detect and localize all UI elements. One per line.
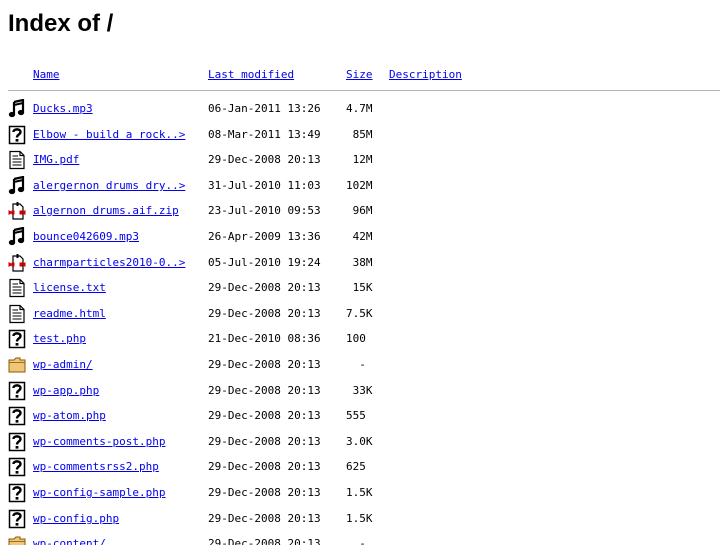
last-modified-value: 06-Jan-2011 13:26 — [208, 102, 321, 115]
table-row: wp-config-sample.php 29-Dec-2008 20:13 1.5… — [0, 483, 727, 505]
file-name-link[interactable]: Ducks.mp3 — [33, 102, 93, 116]
text-icon — [8, 278, 26, 298]
size-value: 38M — [346, 256, 373, 269]
file-name-link[interactable]: test.php — [33, 332, 86, 346]
last-modified-value: 29-Dec-2008 20:13 — [208, 435, 321, 448]
unknown-icon — [8, 432, 26, 452]
table-row: test.php 21-Dec-2010 08:36 100 — [0, 329, 727, 351]
size-value: 33K — [346, 384, 373, 397]
last-modified-value: 21-Dec-2010 08:36 — [208, 332, 321, 345]
size-value: 12M — [346, 153, 373, 166]
sound-icon — [8, 98, 26, 119]
table-row: wp-commentsrss2.php 29-Dec-2008 20:13 625 — [0, 457, 727, 479]
file-name-link[interactable]: wp-comments-post.php — [33, 435, 165, 449]
size-value: 102M — [346, 179, 373, 192]
unknown-icon — [8, 406, 26, 426]
sort-by-name-link[interactable]: Name — [33, 68, 60, 82]
file-name-link[interactable]: wp-config.php — [33, 512, 119, 526]
table-row: wp-content/29-Dec-2008 20:13 - — [0, 534, 727, 545]
last-modified-value: 23-Jul-2010 09:53 — [208, 204, 321, 217]
table-row: bounce042609.mp3 26-Apr-2009 13:36 42M — [0, 226, 727, 249]
column-header-row: Name Last modified Size Description — [0, 68, 727, 82]
last-modified-value: 26-Apr-2009 13:36 — [208, 230, 321, 243]
unknown-icon — [8, 483, 26, 503]
text-icon — [8, 150, 26, 170]
size-value: 96M — [346, 204, 373, 217]
size-value: 42M — [346, 230, 373, 243]
last-modified-value: 29-Dec-2008 20:13 — [208, 409, 321, 422]
table-row: wp-config.php 29-Dec-2008 20:13 1.5K — [0, 509, 727, 531]
last-modified-value: 29-Dec-2008 20:13 — [208, 281, 321, 294]
last-modified-value: 29-Dec-2008 20:13 — [208, 512, 321, 525]
last-modified-value: 31-Jul-2010 11:03 — [208, 179, 321, 192]
file-name-link[interactable]: readme.html — [33, 307, 106, 321]
size-value: 4.7M — [346, 102, 373, 115]
sound-icon — [8, 175, 26, 196]
unknown-icon — [8, 457, 26, 477]
file-name-link[interactable]: alergernon drums dry..> — [33, 179, 185, 193]
table-row: Elbow - build a rock..> 08-Mar-2011 13:49… — [0, 125, 727, 147]
last-modified-value: 29-Dec-2008 20:13 — [208, 307, 321, 320]
file-name-link[interactable]: wp-app.php — [33, 384, 99, 398]
header-divider — [8, 90, 720, 91]
last-modified-value: 29-Dec-2008 20:13 — [208, 537, 321, 545]
size-value: 100 — [346, 332, 373, 345]
table-row: wp-atom.php 29-Dec-2008 20:13 555 — [0, 406, 727, 428]
file-name-link[interactable]: wp-admin/ — [33, 358, 93, 372]
table-row: license.txt 29-Dec-2008 20:13 15K — [0, 278, 727, 300]
unknown-icon — [8, 125, 26, 145]
last-modified-value: 29-Dec-2008 20:13 — [208, 358, 321, 371]
last-modified-value: 29-Dec-2008 20:13 — [208, 153, 321, 166]
size-value: 625 — [346, 460, 373, 473]
file-name-link[interactable]: algernon drums.aif.zip — [33, 204, 179, 218]
sort-by-size-link[interactable]: Size — [346, 68, 373, 82]
table-row: wp-app.php 29-Dec-2008 20:13 33K — [0, 381, 727, 403]
size-value: 555 — [346, 409, 373, 422]
file-name-link[interactable]: Elbow - build a rock..> — [33, 128, 185, 142]
file-name-link[interactable]: wp-commentsrss2.php — [33, 460, 159, 474]
size-value: 3.0K — [346, 435, 373, 448]
file-name-link[interactable]: charmparticles2010-0..> — [33, 256, 185, 270]
size-value: 1.5K — [346, 512, 373, 525]
table-row: Ducks.mp3 06-Jan-2011 13:26 4.7M — [0, 98, 727, 121]
table-row: algernon drums.aif.zip 23-Jul-2010 09:53 … — [0, 201, 727, 223]
last-modified-value: 05-Jul-2010 19:24 — [208, 256, 321, 269]
folder-icon — [8, 534, 26, 545]
sort-by-last-modified-link[interactable]: Last modified — [208, 68, 294, 82]
size-value: - — [346, 537, 373, 545]
file-name-link[interactable]: bounce042609.mp3 — [33, 230, 139, 244]
last-modified-value: 08-Mar-2011 13:49 — [208, 128, 321, 141]
table-row: wp-admin/29-Dec-2008 20:13 - — [0, 355, 727, 377]
table-row: wp-comments-post.php 29-Dec-2008 20:13 3.0… — [0, 432, 727, 454]
page-title: Index of / — [8, 10, 114, 37]
file-name-link[interactable]: wp-atom.php — [33, 409, 106, 423]
table-row: IMG.pdf 29-Dec-2008 20:13 12M — [0, 150, 727, 172]
size-value: 7.5K — [346, 307, 373, 320]
last-modified-value: 29-Dec-2008 20:13 — [208, 486, 321, 499]
size-value: - — [346, 358, 373, 371]
file-name-link[interactable]: wp-content/ — [33, 537, 106, 545]
table-row: readme.html 29-Dec-2008 20:13 7.5K — [0, 304, 727, 326]
unknown-icon — [8, 509, 26, 529]
file-name-link[interactable]: wp-config-sample.php — [33, 486, 165, 500]
folder-icon — [8, 355, 26, 375]
table-row: charmparticles2010-0..> 05-Jul-2010 19:24… — [0, 253, 727, 275]
size-value: 85M — [346, 128, 373, 141]
sound-icon — [8, 226, 26, 247]
last-modified-value: 29-Dec-2008 20:13 — [208, 460, 321, 473]
text-icon — [8, 304, 26, 324]
size-value: 15K — [346, 281, 373, 294]
sort-by-description-link[interactable]: Description — [389, 68, 462, 82]
file-name-link[interactable]: IMG.pdf — [33, 153, 79, 167]
unknown-icon — [8, 329, 26, 349]
last-modified-value: 29-Dec-2008 20:13 — [208, 384, 321, 397]
table-row: alergernon drums dry..> 31-Jul-2010 11:03… — [0, 175, 727, 198]
size-value: 1.5K — [346, 486, 373, 499]
compressed-icon — [8, 201, 26, 221]
unknown-icon — [8, 381, 26, 401]
file-name-link[interactable]: license.txt — [33, 281, 106, 295]
compressed-icon — [8, 253, 26, 273]
